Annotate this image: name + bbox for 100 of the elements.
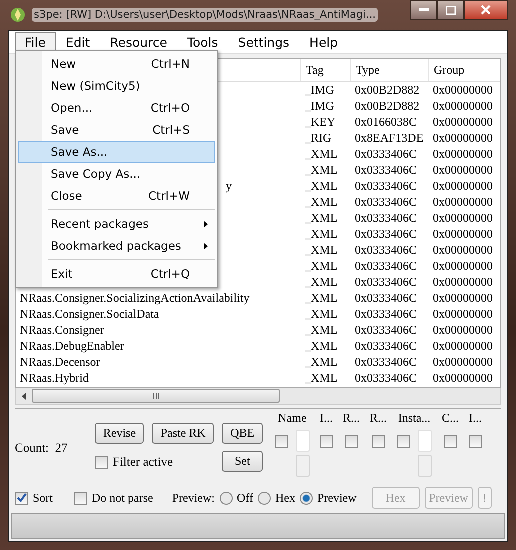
table-cell-text: 0x0333406C bbox=[354, 146, 418, 162]
filter-field bbox=[418, 455, 432, 477]
table-cell-text: 0x0166038C bbox=[354, 114, 418, 130]
table-cell: NRaas.Hybrid bbox=[20, 370, 89, 384]
filter-column-header: R... bbox=[370, 411, 388, 426]
menu-entry[interactable]: Bookmarked packages bbox=[18, 235, 215, 257]
filter-checkbox[interactable] bbox=[275, 434, 288, 448]
set-button[interactable]: Set bbox=[222, 451, 263, 472]
table-cell-text: _IMG bbox=[304, 98, 336, 114]
table-cell-text: 0x0333406C bbox=[354, 274, 418, 290]
menu-entry[interactable]: New (SimCity5) bbox=[18, 75, 215, 97]
table-cell-text: _XML bbox=[304, 354, 339, 370]
preview-radio[interactable]: Hex bbox=[258, 490, 296, 506]
menu-item[interactable]: Settings bbox=[228, 32, 300, 52]
menu-entry[interactable]: Close Ctrl+W bbox=[18, 185, 215, 207]
table-cell-text: 0x0333406C bbox=[354, 370, 418, 386]
count-label: Count: 27 bbox=[15, 441, 69, 457]
filter-checkbox[interactable] bbox=[397, 434, 410, 448]
menu-entry[interactable]: Recent packages bbox=[18, 213, 215, 235]
table-cell-text: 0x00000000 bbox=[432, 354, 494, 370]
table-cell-text: 0x00000000 bbox=[432, 370, 494, 386]
table-cell-text: 0x0333406C bbox=[354, 226, 418, 242]
table-cell-text: 0x00000000 bbox=[432, 274, 494, 290]
window-title: s3pe: [RW] D:\Users\user\Desktop\Mods\Nraas\NRaas_AntiMagi... bbox=[32, 8, 378, 22]
table-cell-text: _XML bbox=[304, 258, 339, 274]
scroll-thumb[interactable] bbox=[32, 389, 280, 403]
table-cell-text: _RIG bbox=[304, 130, 333, 146]
menu-entry[interactable]: Save Ctrl+S bbox=[18, 119, 215, 141]
column-header[interactable]: Type bbox=[351, 59, 429, 81]
table-cell-text: _XML bbox=[304, 338, 339, 354]
minimize-icon bbox=[418, 8, 428, 12]
table-cell-text: 0x00000000 bbox=[432, 258, 494, 274]
sort-checkbox[interactable]: Sort bbox=[15, 490, 54, 506]
submenu-arrow-icon bbox=[204, 220, 208, 228]
table-cell-text: 0x0333406C bbox=[354, 242, 418, 258]
maximize-icon bbox=[446, 6, 456, 14]
table-cell-text: _XML bbox=[304, 226, 339, 242]
preview-radio[interactable]: Off bbox=[220, 490, 254, 506]
table-cell-text: 0x0333406C bbox=[354, 290, 418, 306]
table-cell-text: _KEY bbox=[304, 114, 337, 130]
maximize-button[interactable] bbox=[437, 0, 464, 20]
paste-rk-button[interactable]: Paste RK bbox=[152, 423, 214, 444]
menu-item[interactable]: File bbox=[15, 32, 56, 52]
table-cell-text: _XML bbox=[304, 242, 339, 258]
filter-active-checkbox[interactable]: Filter active bbox=[95, 451, 214, 473]
menu-entry[interactable]: Save Copy As... bbox=[18, 163, 215, 185]
table-cell-text: _XML bbox=[304, 370, 339, 386]
table-cell-text: _XML bbox=[304, 322, 339, 338]
table-cell-text: 0x0333406C bbox=[354, 162, 418, 178]
table-cell: y bbox=[226, 178, 232, 194]
filter-column-header: Insta... bbox=[398, 411, 431, 426]
table-cell-text: 0x00000000 bbox=[432, 290, 494, 306]
table-cell-text: 0x0333406C bbox=[354, 322, 418, 338]
minimize-button[interactable] bbox=[410, 0, 437, 20]
column-header[interactable]: Tag bbox=[301, 59, 351, 81]
filter-checkbox[interactable] bbox=[372, 434, 386, 448]
filter-column-header: I... bbox=[469, 411, 482, 426]
table-cell-text: _XML bbox=[304, 274, 339, 290]
menu-entry[interactable]: Exit Ctrl+Q bbox=[18, 263, 215, 285]
filter-checkbox[interactable] bbox=[444, 434, 458, 448]
table-cell-text: _XML bbox=[304, 290, 339, 306]
table-cell-text: 0x00000000 bbox=[432, 226, 494, 242]
close-icon bbox=[481, 5, 491, 15]
menu-entry[interactable]: New Ctrl+N bbox=[18, 53, 215, 75]
menu-item[interactable]: Help bbox=[300, 32, 348, 52]
grip-icon bbox=[152, 393, 160, 399]
table-cell-text: 0x00000000 bbox=[432, 194, 494, 210]
check-icon bbox=[16, 493, 26, 503]
table-cell-text: 0x0333406C bbox=[354, 258, 418, 274]
filter-checkbox[interactable] bbox=[469, 434, 482, 448]
filter-field bbox=[296, 455, 310, 477]
table-cell: NRaas.Consigner bbox=[20, 322, 104, 336]
table-cell-text: 0x00000000 bbox=[432, 322, 494, 338]
filter-checkbox[interactable] bbox=[345, 434, 358, 448]
menu-entry[interactable]: Open... Ctrl+O bbox=[18, 97, 215, 119]
menu-item[interactable]: Tools bbox=[177, 32, 228, 52]
menu-entry[interactable]: Save As... bbox=[18, 141, 215, 163]
menu-item[interactable]: Edit bbox=[56, 32, 100, 52]
table-cell-text: 0x00000000 bbox=[432, 178, 494, 194]
filter-checkbox[interactable] bbox=[320, 434, 333, 448]
filter-column-header: R... bbox=[343, 411, 360, 426]
do-not-parse-checkbox[interactable]: Do not parse bbox=[74, 490, 154, 506]
close-button[interactable] bbox=[464, 0, 508, 20]
table-cell-text: 0x8EAF13DE bbox=[354, 130, 425, 146]
table-cell-text: _XML bbox=[304, 178, 339, 194]
filter-field[interactable] bbox=[418, 430, 432, 452]
revise-button[interactable]: Revise bbox=[95, 423, 144, 444]
filter-column-header: I... bbox=[320, 411, 333, 426]
menu-item[interactable]: Resource bbox=[100, 32, 178, 52]
preview-radio[interactable]: Preview bbox=[300, 490, 357, 506]
table-cell-text: 0x0333406C bbox=[354, 194, 418, 210]
table-cell-text: 0x00000000 bbox=[432, 338, 494, 354]
table-cell-text: 0x0333406C bbox=[354, 178, 418, 194]
filter-field[interactable] bbox=[296, 430, 310, 452]
table-cell-text: 0x00000000 bbox=[432, 82, 494, 98]
table-cell-text: _XML bbox=[304, 210, 339, 226]
column-header[interactable]: Group bbox=[429, 59, 500, 81]
horizontal-scrollbar[interactable] bbox=[15, 388, 501, 405]
qbe-button[interactable]: QBE bbox=[222, 423, 263, 444]
table-cell-text: 0x00000000 bbox=[432, 306, 494, 322]
